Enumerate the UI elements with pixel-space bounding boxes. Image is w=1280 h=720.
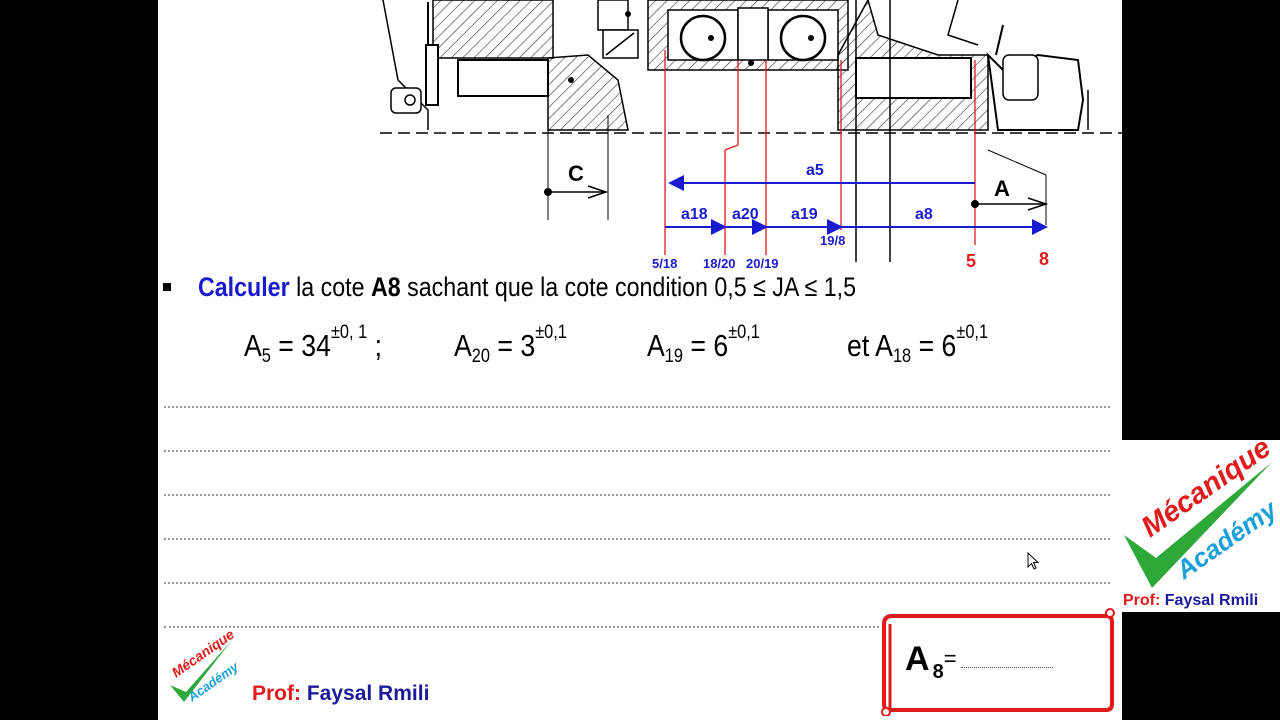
answer-line-5 <box>164 582 1110 584</box>
prof-credit-bottom: Prof: Faysal Rmili <box>252 682 430 705</box>
arrow-c <box>544 185 609 199</box>
task-statement: Calculer la cote A8 sachant que la cote … <box>198 272 856 303</box>
label-c: C <box>568 161 584 186</box>
answer-input-line[interactable] <box>960 667 1053 668</box>
task-target: A8 <box>370 272 401 302</box>
label-5: 5 <box>966 251 976 271</box>
task-verb: Calculer <box>198 272 290 302</box>
answer-line-2 <box>164 450 1110 452</box>
label-a5: a5 <box>806 162 824 179</box>
equation-a18: et A18 = 6±0,1 <box>847 322 989 367</box>
mouse-cursor-icon <box>1027 552 1040 570</box>
label-a18: a18 <box>681 206 708 223</box>
bullet-marker <box>163 283 171 291</box>
prof-credit-right: Prof: Faysal Rmili <box>1123 592 1259 609</box>
label-a19: a19 <box>791 206 818 223</box>
label-a8: a8 <box>915 206 933 223</box>
label-a: A <box>994 176 1010 201</box>
label-19-8: 19/8 <box>820 233 845 248</box>
task-part2: sachant que la cote condition 0,5 ≤ JA ≤… <box>407 272 857 302</box>
task-part1: la cote <box>296 272 365 302</box>
answer-label: A 8= <box>905 640 1053 684</box>
label-5-18: 5/18 <box>652 256 677 271</box>
answer-line-6 <box>164 626 879 628</box>
label-a20: a20 <box>732 206 759 223</box>
logo-large-graphic: Mécanique Académy <box>1124 432 1280 588</box>
equation-a19: A19 = 6±0,1 <box>647 322 760 367</box>
equation-a20: A20 = 3±0,1 <box>454 322 567 367</box>
label-20-19: 20/19 <box>746 256 779 271</box>
right-housing <box>837 0 1089 131</box>
logo-large: Mécanique Académy Prof: Faysal Rmili <box>1122 432 1280 612</box>
mechanical-drawing: C A a5 a18 a20 a19 a8 5/18 18/20 20/19 1… <box>380 0 1122 271</box>
answer-line-3 <box>164 494 1110 496</box>
left-housing <box>382 0 639 131</box>
answer-line-4 <box>164 538 1110 540</box>
bearing-block <box>647 0 849 71</box>
label-8: 8 <box>1039 249 1049 269</box>
equation-a5: A5 = 34±0, 1 ; <box>244 322 383 367</box>
label-18-20: 18/20 <box>703 256 736 271</box>
logo-small: Mécanique Académy <box>169 630 242 705</box>
answer-line-1 <box>164 406 1110 408</box>
